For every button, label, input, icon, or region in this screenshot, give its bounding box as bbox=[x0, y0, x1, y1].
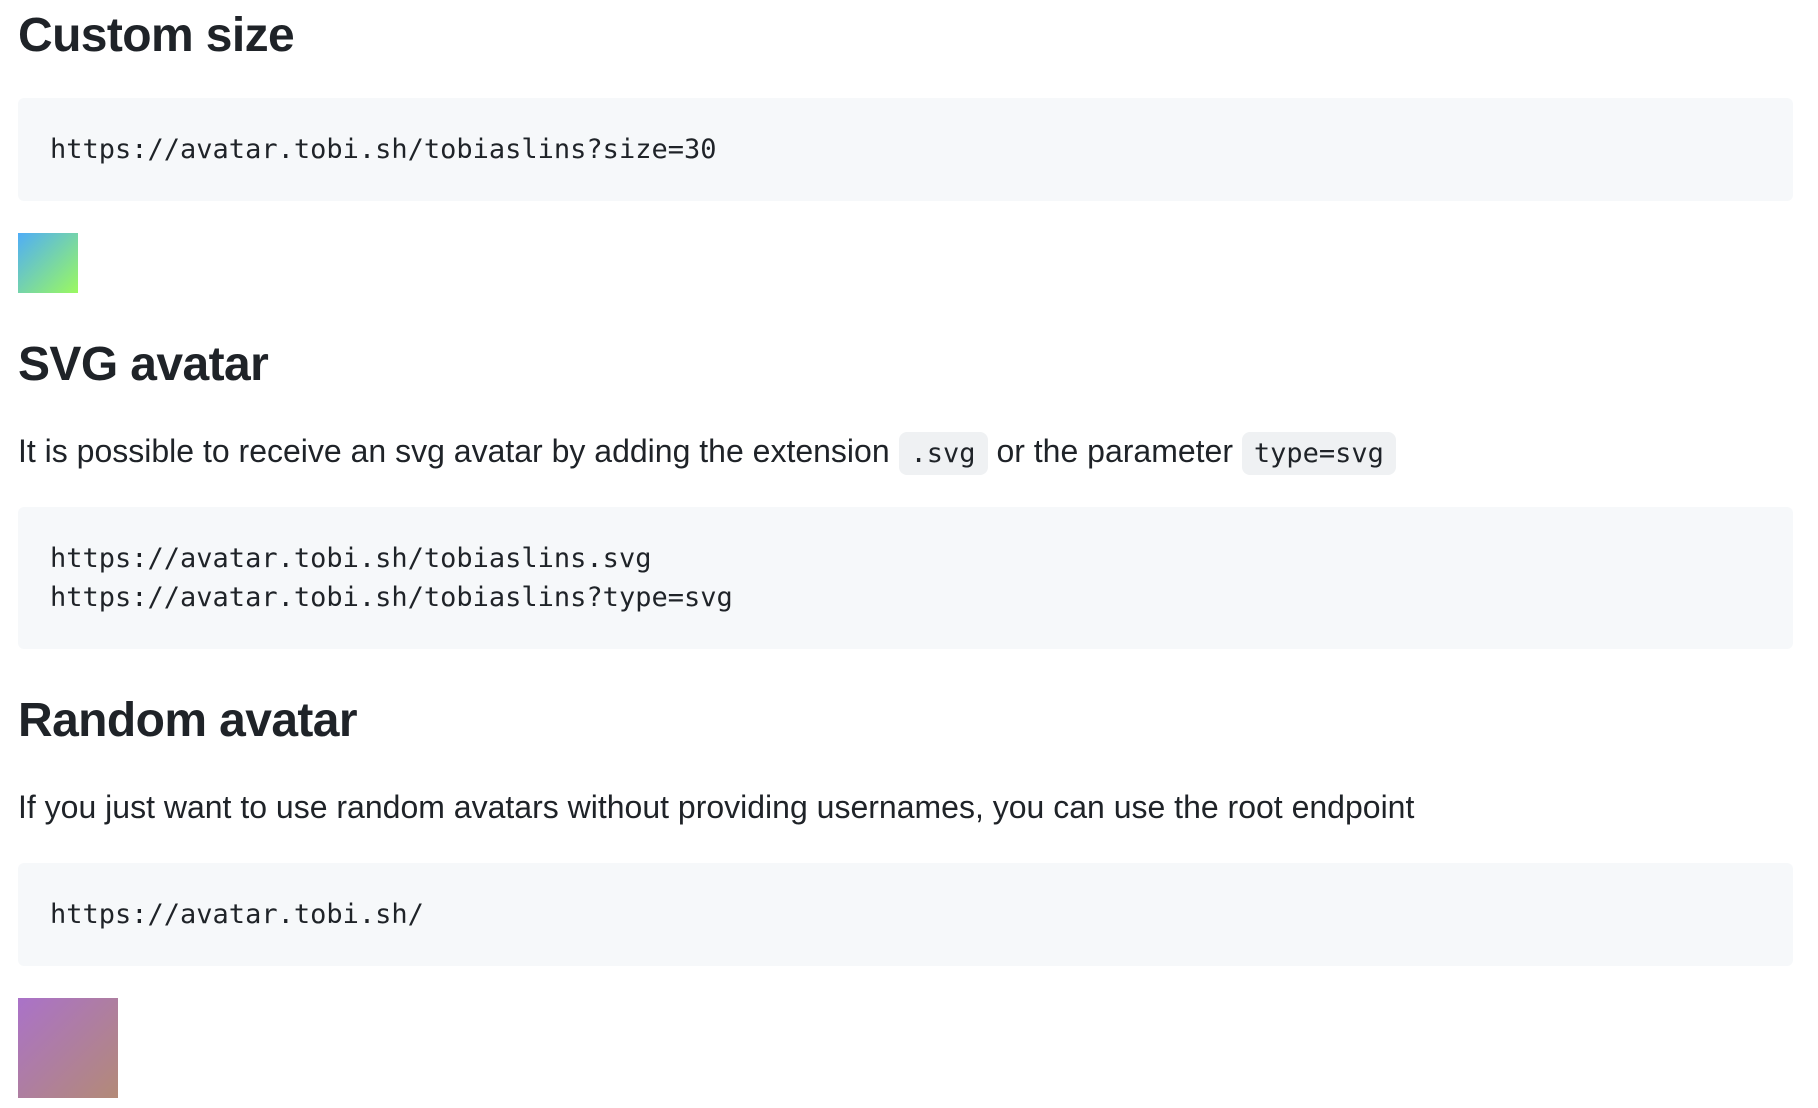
section-random-avatar: Random avatar If you just want to use ra… bbox=[18, 691, 1793, 1098]
code-line-url: https://avatar.tobi.sh/tobiaslins.svg bbox=[50, 539, 1761, 578]
svg-avatar-intro: It is possible to receive an svg avatar … bbox=[18, 427, 1793, 475]
section-custom-size: Custom size https://avatar.tobi.sh/tobia… bbox=[18, 6, 1793, 293]
svg-avatar-intro-text-2: or the parameter bbox=[996, 433, 1233, 469]
random-avatar-intro: If you just want to use random avatars w… bbox=[18, 783, 1793, 831]
svg-avatar-heading: SVG avatar bbox=[18, 335, 1793, 395]
code-line-url: https://avatar.tobi.sh/tobiaslins?type=s… bbox=[50, 578, 1761, 617]
inline-code-svg-extension: .svg bbox=[899, 432, 988, 475]
custom-size-avatar-row bbox=[18, 233, 1793, 293]
random-avatar-heading: Random avatar bbox=[18, 691, 1793, 751]
code-line-url: https://avatar.tobi.sh/ bbox=[50, 895, 1761, 934]
random-avatar-code-block: https://avatar.tobi.sh/ bbox=[18, 863, 1793, 966]
custom-size-heading: Custom size bbox=[18, 6, 1793, 66]
section-svg-avatar: SVG avatar It is possible to receive an … bbox=[18, 335, 1793, 649]
code-line-url: https://avatar.tobi.sh/tobiaslins?size=3… bbox=[50, 130, 1761, 169]
gradient-avatar-small bbox=[18, 233, 78, 293]
random-avatar-row bbox=[18, 998, 1793, 1098]
svg-avatar-intro-text-1: It is possible to receive an svg avatar … bbox=[18, 433, 890, 469]
gradient-avatar-large bbox=[18, 998, 118, 1098]
custom-size-code-block: https://avatar.tobi.sh/tobiaslins?size=3… bbox=[18, 98, 1793, 201]
inline-code-type-param: type=svg bbox=[1242, 432, 1396, 475]
svg-avatar-code-block: https://avatar.tobi.sh/tobiaslins.svghtt… bbox=[18, 507, 1793, 649]
readme-content: Custom size https://avatar.tobi.sh/tobia… bbox=[0, 0, 1818, 1098]
